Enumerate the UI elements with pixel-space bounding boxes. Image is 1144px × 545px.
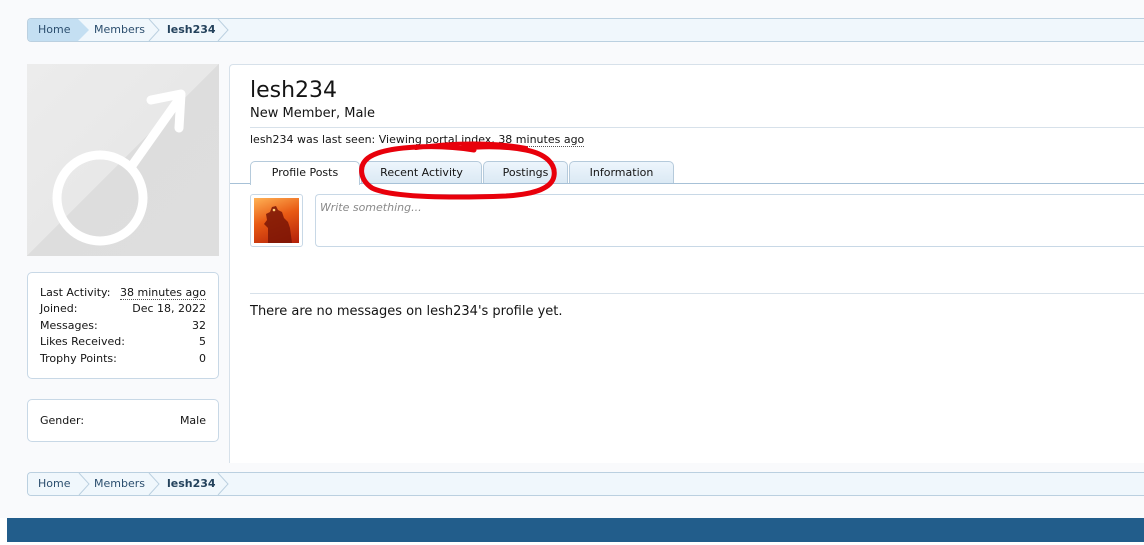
breadcrumb-members[interactable]: Members xyxy=(94,473,145,495)
last-seen-prefix: lesh234 was last seen: xyxy=(250,133,376,146)
breadcrumb-end-icon xyxy=(217,19,229,41)
member-stats-box: Last Activity: 38 minutes ago Joined: De… xyxy=(27,272,219,379)
write-something-input[interactable] xyxy=(320,200,920,214)
godzilla-avatar-icon xyxy=(254,198,299,243)
info-gender: Gender: Male xyxy=(40,414,206,430)
info-label: Gender: xyxy=(40,414,85,427)
stat-value[interactable]: 32 xyxy=(192,319,206,332)
current-user-avatar[interactable] xyxy=(250,194,303,247)
last-seen: lesh234 was last seen: Viewing portal in… xyxy=(250,133,585,147)
breadcrumb-current[interactable]: lesh234 xyxy=(167,473,216,495)
profile-main-panel xyxy=(229,64,1144,463)
last-seen-time: 38 minutes ago xyxy=(498,133,585,147)
tab-postings[interactable]: Postings xyxy=(483,161,568,183)
divider xyxy=(250,127,1144,128)
breadcrumb-top: Home Members lesh234 xyxy=(27,18,1144,42)
info-value: Male xyxy=(179,414,206,427)
stat-label: Joined: xyxy=(40,302,78,315)
last-seen-activity[interactable]: Viewing portal index, xyxy=(379,133,495,146)
page-title: lesh234 xyxy=(250,78,338,103)
breadcrumb-members[interactable]: Members xyxy=(94,19,145,41)
tab-profile-posts[interactable]: Profile Posts xyxy=(250,161,360,185)
breadcrumb-separator-icon xyxy=(148,473,160,495)
stat-joined: Joined: Dec 18, 2022 xyxy=(40,302,206,318)
breadcrumb-end-icon xyxy=(217,473,229,495)
stat-value[interactable]: 38 minutes ago xyxy=(120,286,206,300)
footer-bar xyxy=(7,518,1144,542)
breadcrumb-bottom: Home Members lesh234 xyxy=(27,472,1144,496)
breadcrumb-separator-icon xyxy=(148,19,160,41)
stat-value[interactable]: 0 xyxy=(199,352,206,365)
breadcrumb-home[interactable]: Home xyxy=(28,473,89,495)
status-update-box[interactable] xyxy=(315,194,1144,247)
stat-last-activity: Last Activity: 38 minutes ago xyxy=(40,286,206,302)
breadcrumb-current[interactable]: lesh234 xyxy=(167,19,216,41)
empty-profile-message: There are no messages on lesh234's profi… xyxy=(250,304,563,319)
stat-value: Dec 18, 2022 xyxy=(132,302,206,315)
tab-baseline xyxy=(230,183,1144,184)
tab-recent-activity[interactable]: Recent Activity xyxy=(361,161,482,183)
breadcrumb-separator-icon xyxy=(78,473,90,495)
tab-information[interactable]: Information xyxy=(569,161,674,183)
stat-messages: Messages: 32 xyxy=(40,319,206,335)
user-title: New Member, Male xyxy=(250,106,376,121)
male-symbol-icon xyxy=(52,89,186,246)
stat-label: Last Activity: xyxy=(40,286,111,299)
divider xyxy=(250,293,1144,294)
stat-trophy-points: Trophy Points: 0 xyxy=(40,352,206,368)
stat-label: Trophy Points: xyxy=(40,352,117,365)
profile-avatar[interactable] xyxy=(27,64,219,256)
stat-likes: Likes Received: 5 xyxy=(40,335,206,351)
member-info-box: Gender: Male xyxy=(27,399,219,442)
stat-label: Messages: xyxy=(40,319,98,332)
stat-label: Likes Received: xyxy=(40,335,125,348)
breadcrumb-home[interactable]: Home xyxy=(28,19,89,41)
stat-value: 5 xyxy=(199,335,206,348)
